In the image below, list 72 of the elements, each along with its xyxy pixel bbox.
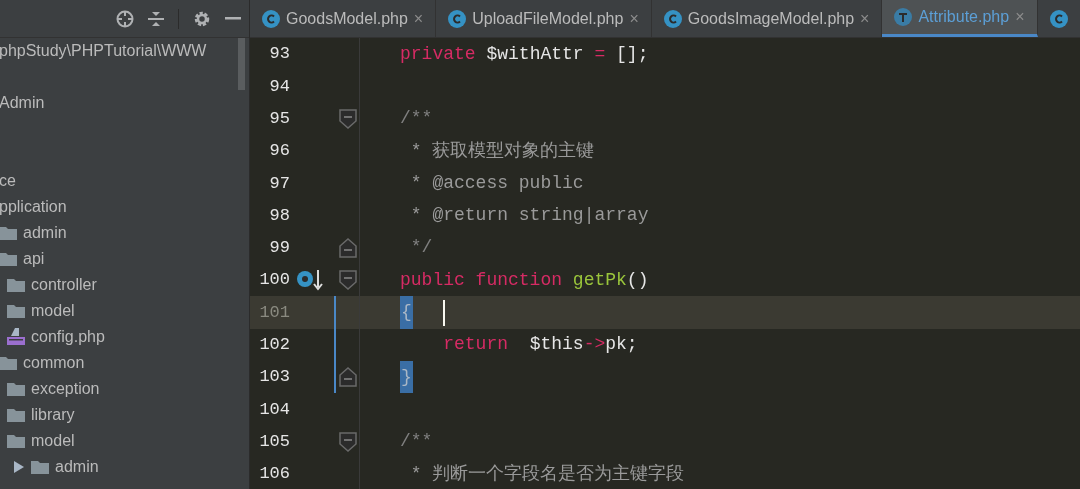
line-number: 100 [258, 269, 290, 292]
folder-icon [7, 434, 25, 448]
php-file-icon [7, 328, 25, 346]
close-icon[interactable]: × [860, 6, 870, 31]
editor-tab[interactable]: UploadFileModel.php × [436, 0, 652, 37]
tree-item[interactable]: model [31, 429, 75, 453]
folder-icon [7, 382, 25, 396]
line-number: 102 [258, 334, 290, 357]
settings-icon[interactable] [193, 9, 211, 28]
code-line: /** [399, 430, 433, 454]
code-line: * 获取模型对象的主键 [409, 139, 595, 163]
line-number: 106 [258, 463, 290, 486]
code-line: private $withAttr = []; [399, 42, 649, 66]
tree-item[interactable]: phpStudy\PHPTutorial\WWW [0, 39, 207, 63]
tree-item[interactable]: api [23, 247, 45, 271]
code-line: * @return string|array [409, 204, 649, 228]
locate-icon[interactable] [116, 9, 134, 28]
folder-icon [7, 408, 25, 422]
class-icon [448, 9, 467, 28]
line-number: 103 [258, 366, 290, 389]
line-number: 97 [268, 172, 290, 195]
minimize-icon[interactable] [225, 16, 241, 21]
code-line: /** [399, 107, 433, 131]
fold-icon[interactable] [338, 108, 357, 129]
code-line: * 判断一个字段名是否为主键字段 [409, 462, 685, 486]
unfold-icon[interactable] [338, 367, 357, 388]
line-number: 99 [268, 237, 290, 260]
tree-item[interactable]: pplication [0, 195, 67, 219]
code-line: * @access public [409, 171, 584, 195]
tree-item[interactable]: common [23, 351, 85, 375]
class-icon [663, 9, 682, 28]
code-editor[interactable]: 93 private $withAttr = []; 94 95 /** 96 * 获取模型对象的主键 97 * @access public 98 * @return string|array 99 */ 100 public function getPk() 101 { 102 return $this->pk; 103 } 104 105 /** 106 * 判断一个字段名是否为主键字段 [250, 38, 1080, 489]
code-line: return $this->pk; [442, 333, 638, 357]
class-icon [1049, 9, 1068, 28]
close-icon[interactable]: × [413, 6, 424, 31]
tree-item[interactable]: exception [31, 377, 100, 401]
line-number: 94 [268, 75, 290, 98]
line-number: 104 [258, 398, 290, 421]
folder-icon [31, 460, 49, 474]
tree-item[interactable]: library [31, 403, 75, 427]
folder-icon [7, 278, 25, 292]
scrollbar[interactable] [238, 38, 245, 90]
override-method-icon[interactable] [296, 269, 324, 292]
fold-icon[interactable] [338, 270, 357, 291]
fold-icon[interactable] [338, 431, 357, 452]
code-line: public function getPk() [399, 268, 649, 292]
line-number: 93 [268, 43, 290, 66]
folder-icon [0, 356, 17, 370]
tree-item[interactable]: controller [31, 273, 97, 297]
folder-icon [0, 226, 17, 240]
line-number: 95 [268, 108, 290, 130]
folder-icon [0, 252, 17, 266]
tree-item[interactable]: admin [55, 455, 99, 479]
line-number: 96 [268, 140, 290, 163]
code-line: { [360, 296, 445, 329]
expand-arrow-icon[interactable] [14, 461, 24, 473]
unfold-icon[interactable] [338, 237, 357, 258]
collapse-all-icon[interactable] [148, 9, 164, 28]
tree-item[interactable]: ce [0, 169, 16, 193]
tree-item[interactable]: admin [23, 221, 67, 245]
line-number: 98 [268, 204, 290, 227]
class-icon [262, 9, 280, 28]
code-line: */ [409, 236, 433, 260]
editor-tab[interactable]: GoodsModel.php × [250, 0, 437, 37]
folder-icon [7, 304, 25, 318]
line-number: 101 [258, 301, 290, 324]
close-icon[interactable]: × [629, 6, 639, 31]
tree-item[interactable]: config.php [31, 325, 105, 349]
line-number: 105 [258, 430, 290, 453]
trait-icon [894, 8, 913, 26]
code-line: } [360, 360, 413, 394]
tree-item[interactable]: model [31, 299, 75, 323]
